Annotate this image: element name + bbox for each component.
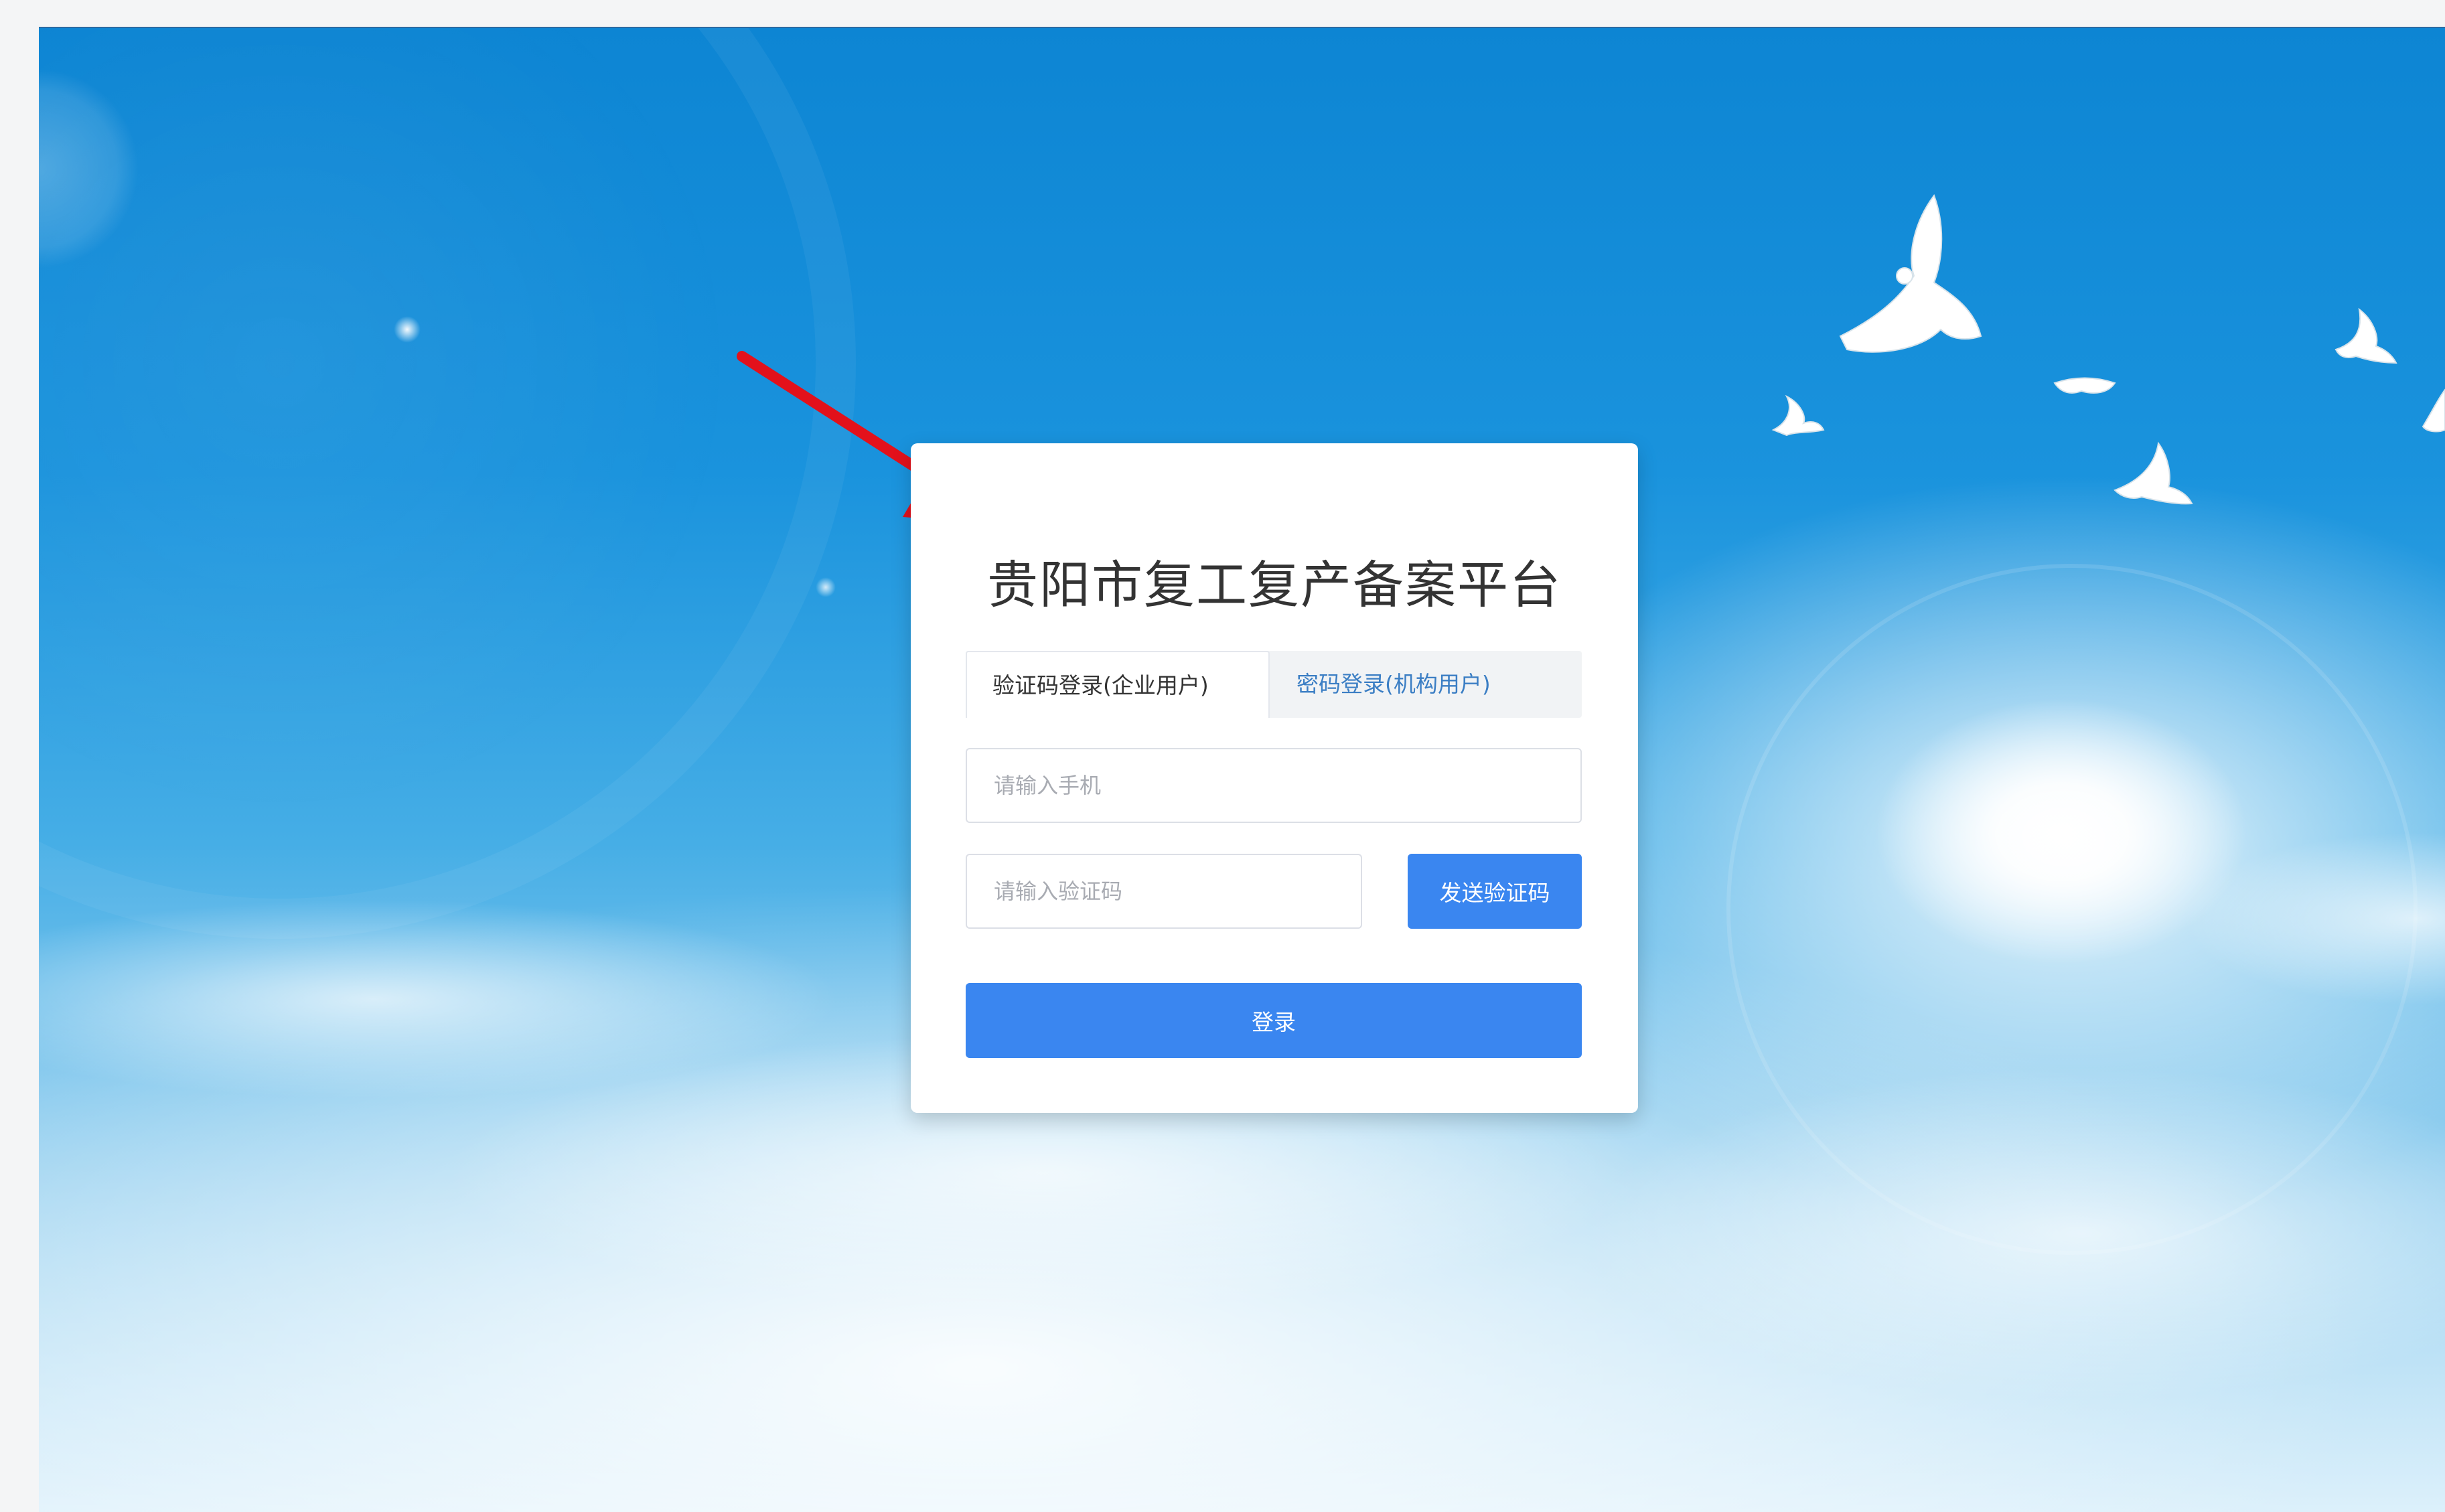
dove-icon: [1839, 194, 1982, 353]
phone-input[interactable]: [966, 748, 1582, 823]
dove-icon: [1771, 394, 1825, 437]
window-frame: 贵阳市复工复产备案平台 验证码登录(企业用户) 密码登录(机构用户) 发送验证码…: [0, 0, 2445, 1512]
page-title: 贵阳市复工复产备案平台: [987, 555, 1562, 615]
login-tabs: 验证码登录(企业用户) 密码登录(机构用户): [966, 651, 1582, 718]
dove-icon: [2422, 388, 2445, 433]
doves-decoration: [1771, 194, 2445, 505]
lens-flare-glow: [39, 68, 139, 269]
page-viewport: 贵阳市复工复产备案平台 验证码登录(企业用户) 密码登录(机构用户) 发送验证码…: [39, 27, 2445, 1512]
lens-flare-spot: [394, 316, 421, 343]
dove-icon: [2114, 441, 2193, 505]
login-card: 贵阳市复工复产备案平台 验证码登录(企业用户) 密码登录(机构用户) 发送验证码…: [911, 443, 1638, 1113]
dove-icon: [2335, 307, 2397, 364]
login-button[interactable]: 登录: [966, 983, 1582, 1058]
cloud: [1579, 1066, 2445, 1401]
tab-password-login[interactable]: 密码登录(机构用户): [1270, 651, 1574, 718]
tab-sms-login[interactable]: 验证码登录(企业用户): [966, 651, 1270, 718]
lens-flare-spot-small: [816, 577, 836, 597]
lens-flare-ring: [39, 28, 856, 939]
dove-icon: [2053, 377, 2116, 394]
verification-code-input[interactable]: [966, 854, 1362, 929]
send-code-button[interactable]: 发送验证码: [1408, 854, 1582, 929]
